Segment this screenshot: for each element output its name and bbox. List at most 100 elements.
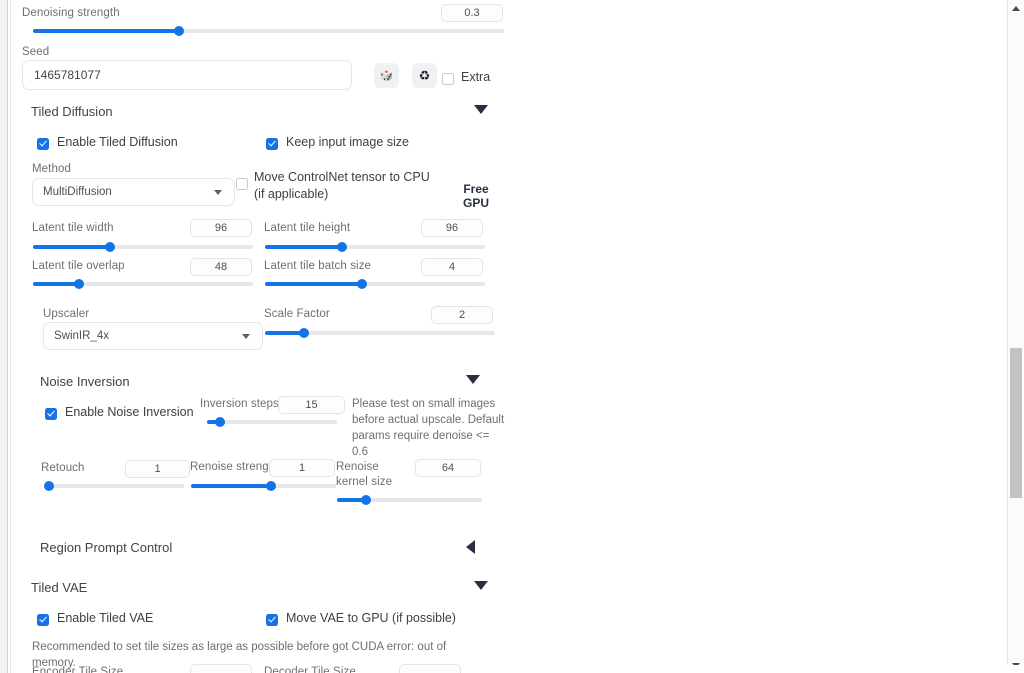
noise-inversion-title[interactable]: Noise Inversion bbox=[40, 374, 130, 390]
latent-tile-height-slider[interactable] bbox=[265, 241, 485, 253]
settings-panel: Denoising strength 0.3 Seed 1465781077 🎲… bbox=[11, 0, 1000, 673]
enable-tiled-vae-checkbox[interactable] bbox=[37, 611, 49, 629]
chevron-down-icon bbox=[242, 334, 250, 339]
slider-thumb[interactable] bbox=[356, 279, 367, 289]
randomize-seed-button[interactable]: 🎲 bbox=[374, 63, 399, 88]
free-gpu-label-line2: GPU bbox=[462, 196, 489, 210]
scale-factor-label: Scale Factor bbox=[264, 308, 330, 320]
reuse-seed-button[interactable]: ♻ bbox=[412, 63, 437, 88]
inversion-steps-slider[interactable] bbox=[207, 416, 337, 428]
slider-fill bbox=[33, 29, 179, 33]
decoder-tile-size-value[interactable] bbox=[399, 664, 461, 673]
scroll-up-button[interactable] bbox=[1008, 0, 1024, 16]
slider-thumb[interactable] bbox=[337, 242, 347, 252]
slider-fill bbox=[265, 282, 362, 286]
renoise-kernel-size-label: Renoise kernel size bbox=[336, 461, 393, 488]
inversion-steps-value[interactable]: 15 bbox=[278, 396, 345, 414]
slider-fill bbox=[33, 282, 80, 286]
vertical-scrollbar[interactable] bbox=[1007, 0, 1024, 673]
free-gpu-label-line1: Free bbox=[463, 182, 489, 196]
latent-tile-batch-size-slider[interactable] bbox=[265, 278, 485, 290]
slider-track bbox=[207, 420, 337, 424]
dice-icon: 🎲 bbox=[379, 70, 394, 82]
scale-factor-slider[interactable] bbox=[265, 327, 495, 339]
seed-input[interactable]: 1465781077 bbox=[22, 60, 352, 90]
seed-input-value: 1465781077 bbox=[34, 68, 101, 82]
tiled-vae-title[interactable]: Tiled VAE bbox=[31, 580, 87, 596]
latent-tile-overlap-value[interactable]: 48 bbox=[190, 258, 252, 276]
slider-thumb[interactable] bbox=[74, 279, 85, 289]
slider-thumb[interactable] bbox=[215, 417, 225, 427]
latent-tile-width-slider[interactable] bbox=[33, 241, 253, 253]
retouch-slider[interactable] bbox=[43, 480, 184, 492]
upscaler-label: Upscaler bbox=[43, 308, 90, 320]
latent-tile-overlap-label: Latent tile overlap bbox=[32, 260, 125, 272]
enable-tiled-vae-label: Enable Tiled VAE bbox=[57, 611, 154, 625]
region-prompt-control-title[interactable]: Region Prompt Control bbox=[40, 540, 172, 556]
keep-input-image-size-checkbox[interactable] bbox=[266, 135, 278, 153]
move-vae-to-gpu-checkbox[interactable] bbox=[266, 611, 278, 629]
enable-noise-inversion-checkbox[interactable] bbox=[45, 405, 57, 423]
upscaler-select-value: SwinIR_4x bbox=[54, 330, 109, 342]
chevron-down-icon bbox=[214, 190, 222, 195]
inversion-steps-label: Inversion steps bbox=[200, 398, 279, 410]
method-select[interactable]: MultiDiffusion bbox=[32, 178, 235, 206]
denoising-strength-value[interactable]: 0.3 bbox=[441, 4, 503, 22]
chevron-down-icon[interactable] bbox=[474, 581, 488, 590]
latent-tile-height-label: Latent tile height bbox=[264, 222, 351, 234]
retouch-label: Retouch bbox=[41, 462, 85, 474]
retouch-value[interactable]: 1 bbox=[125, 460, 190, 478]
chevron-down-icon[interactable] bbox=[474, 105, 488, 114]
encoder-tile-size-label: Encoder Tile Size bbox=[32, 666, 124, 673]
slider-thumb[interactable] bbox=[105, 242, 115, 252]
scrollbar-corner bbox=[1007, 665, 1024, 673]
chevron-left-icon[interactable] bbox=[466, 540, 475, 554]
slider-thumb[interactable] bbox=[174, 26, 184, 36]
latent-tile-height-value[interactable]: 96 bbox=[421, 219, 483, 237]
slider-thumb[interactable] bbox=[43, 481, 54, 491]
enable-tiled-diffusion-label: Enable Tiled Diffusion bbox=[57, 135, 178, 149]
renoise-kernel-size-value[interactable]: 64 bbox=[415, 459, 481, 477]
noise-inversion-hint-line1: Please test on small images bbox=[352, 398, 496, 410]
renoise-strength-slider[interactable] bbox=[191, 480, 336, 492]
latent-tile-batch-size-label: Latent tile batch size bbox=[264, 260, 372, 272]
scrollbar-thumb[interactable] bbox=[1010, 348, 1022, 498]
move-vae-to-gpu-label: Move VAE to GPU (if possible) bbox=[286, 611, 456, 625]
renoise-kernel-size-slider[interactable] bbox=[337, 494, 482, 506]
denoising-strength-label: Denoising strength bbox=[22, 7, 120, 19]
slider-track bbox=[46, 484, 184, 488]
renoise-strength-value[interactable]: 1 bbox=[269, 459, 335, 477]
method-label: Method bbox=[32, 163, 71, 175]
move-controlnet-checkbox[interactable] bbox=[236, 175, 248, 193]
recycle-icon: ♻ bbox=[418, 67, 431, 83]
app-viewport: Denoising strength 0.3 Seed 1465781077 🎲… bbox=[0, 0, 1024, 673]
slider-thumb[interactable] bbox=[299, 328, 310, 338]
decoder-tile-size-label: Decoder Tile Size bbox=[264, 666, 356, 673]
tiled-diffusion-title[interactable]: Tiled Diffusion bbox=[31, 104, 113, 120]
slider-thumb[interactable] bbox=[265, 481, 276, 491]
enable-noise-inversion-label: Enable Noise Inversion bbox=[65, 405, 194, 419]
checkbox-box bbox=[266, 613, 278, 626]
noise-inversion-hint-line3: params require denoise <= 0.6 bbox=[352, 430, 490, 458]
chevron-down-icon[interactable] bbox=[466, 375, 480, 384]
checkbox-box bbox=[45, 407, 57, 420]
seed-label: Seed bbox=[22, 46, 50, 58]
latent-tile-width-value[interactable]: 96 bbox=[190, 219, 252, 237]
checkbox-box bbox=[266, 137, 278, 150]
keep-input-image-size-label: Keep input image size bbox=[286, 135, 409, 149]
checkbox-box bbox=[37, 613, 49, 626]
checkbox-box bbox=[236, 177, 248, 190]
checkbox-box bbox=[442, 72, 454, 85]
renoise-strength-label: Renoise strength bbox=[190, 461, 279, 473]
move-controlnet-label: Move ControlNet tensor to CPU (if applic… bbox=[254, 170, 430, 201]
enable-tiled-diffusion-checkbox[interactable] bbox=[37, 135, 49, 153]
free-gpu-button[interactable]: Free GPU bbox=[456, 182, 496, 210]
extra-seed-checkbox[interactable] bbox=[442, 70, 454, 88]
scale-factor-value[interactable]: 2 bbox=[431, 306, 493, 324]
upscaler-select[interactable]: SwinIR_4x bbox=[43, 322, 263, 350]
latent-tile-overlap-slider[interactable] bbox=[33, 278, 253, 290]
latent-tile-batch-size-value[interactable]: 4 bbox=[421, 258, 483, 276]
denoising-strength-slider[interactable] bbox=[33, 25, 504, 37]
slider-thumb[interactable] bbox=[361, 495, 371, 505]
encoder-tile-size-value[interactable] bbox=[190, 664, 252, 673]
